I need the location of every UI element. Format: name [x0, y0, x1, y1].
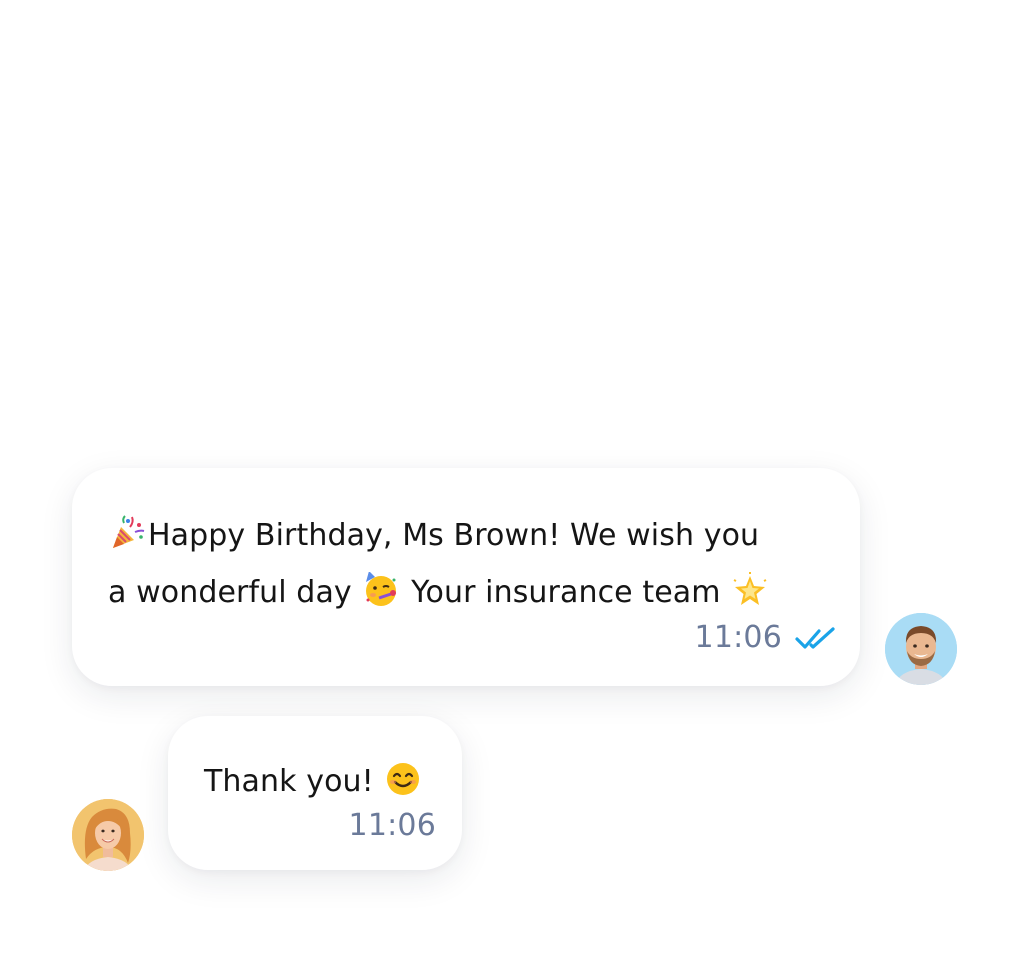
smiling-face-icon [387, 763, 420, 795]
woman-portrait-icon [72, 799, 144, 871]
customer-avatar [72, 799, 144, 871]
message-line-1: Happy Birthday, Ms Brown! We wish you [148, 518, 760, 553]
partying-face-icon [366, 572, 397, 606]
incoming-message-bubble: Thank you! 11:06 [168, 716, 462, 870]
message-timestamp: 11:06 [348, 808, 436, 843]
message-line-2b: Your insurance team [411, 575, 721, 610]
message-line-2a: a wonderful day [108, 575, 352, 610]
incoming-message-meta: 11:06 [349, 808, 436, 843]
agent-avatar [885, 613, 957, 685]
double-check-icon [795, 626, 835, 649]
outgoing-message-bubble: Happy Birthday, Ms Brown! We wish you a … [72, 468, 860, 686]
party-popper-icon [113, 515, 145, 548]
message-body: Thank you! [204, 764, 374, 799]
outgoing-message-meta: 11:06 [695, 620, 838, 655]
man-portrait-icon [885, 613, 957, 685]
outgoing-message-text: Happy Birthday, Ms Brown! We wish you a … [108, 507, 770, 621]
glowing-star-icon [733, 572, 767, 605]
incoming-message-text: Thank you! [204, 753, 423, 810]
message-timestamp: 11:06 [694, 620, 782, 655]
